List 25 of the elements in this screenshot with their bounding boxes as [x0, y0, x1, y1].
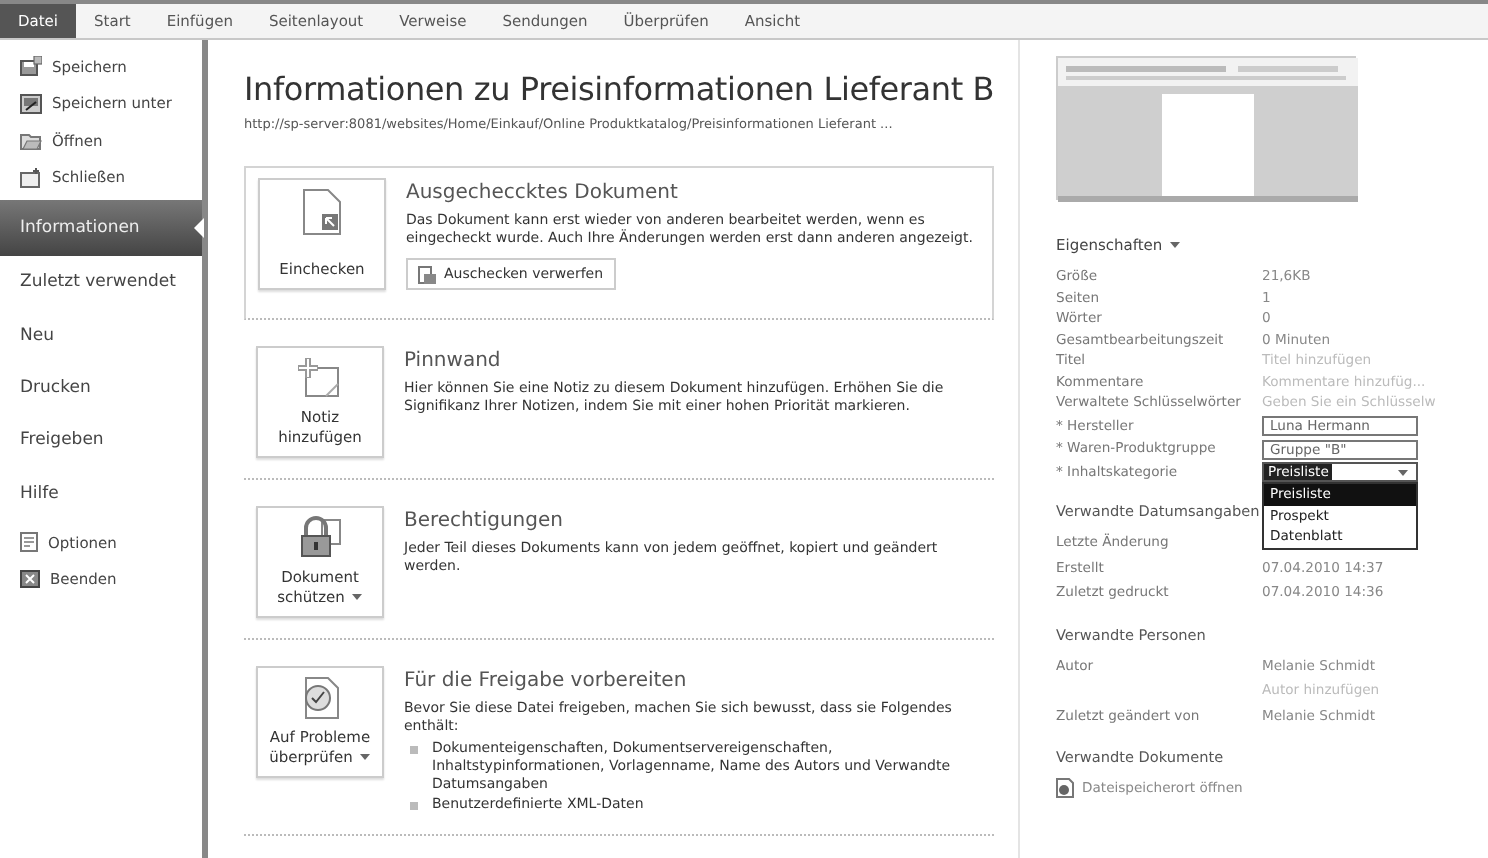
menu-item[interactable]: Zuletzt verwendet	[0, 256, 202, 310]
close-icon	[20, 570, 40, 589]
document-icon	[418, 265, 436, 284]
menu-item[interactable]: Drucken	[0, 361, 202, 415]
menu-item[interactable]: Neu	[0, 309, 202, 362]
padlock-icon	[298, 515, 342, 560]
section-heading: Ausgecheccktes Dokument	[406, 179, 680, 208]
section-heading: Pinnwand	[404, 347, 503, 376]
section-heading: Für die Freigabe vorbereiten	[404, 667, 689, 696]
disk-image-icon	[20, 93, 42, 114]
document-check-icon	[300, 675, 340, 720]
document-icon	[20, 167, 42, 188]
document-arrow-icon	[302, 187, 342, 236]
caret-icon	[360, 754, 371, 761]
section-heading: Berechtigungen	[404, 507, 565, 536]
dropdown-arrow-icon	[1398, 469, 1408, 475]
document-icon	[20, 532, 38, 553]
note-plus-icon	[298, 355, 342, 400]
folder-icon	[20, 130, 42, 151]
caret-icon	[352, 594, 363, 601]
page-title: Informationen zu Preisinformationen Lieferant B	[244, 68, 994, 112]
menu-item[interactable]: Informationen	[0, 200, 202, 257]
menu-item[interactable]: Freigeben	[0, 414, 202, 468]
caret-icon	[1170, 242, 1181, 249]
menu-item[interactable]: Hilfe	[0, 467, 202, 520]
